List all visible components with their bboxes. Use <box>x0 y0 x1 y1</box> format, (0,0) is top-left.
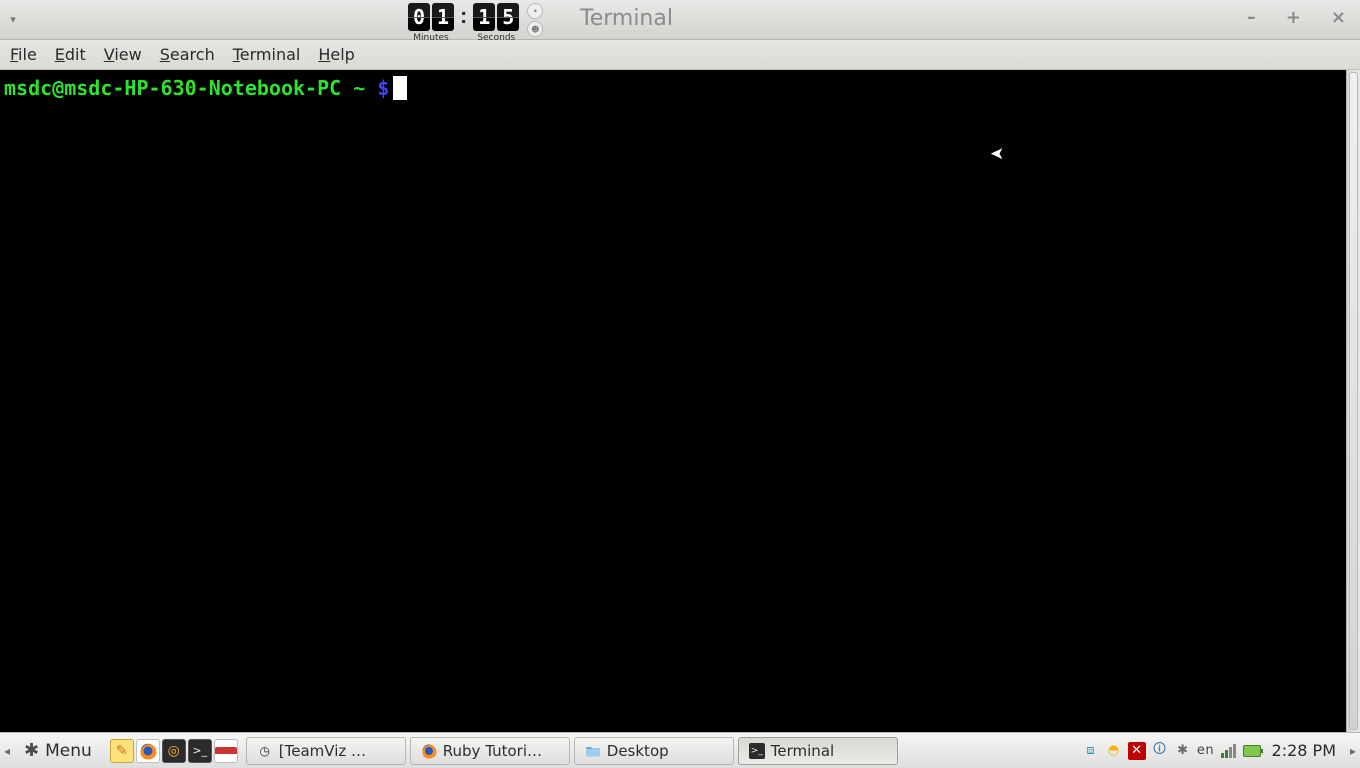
window-close-button[interactable]: × <box>1331 10 1346 26</box>
timer-colon: : <box>460 3 467 29</box>
task-button[interactable]: Desktop <box>574 737 734 765</box>
timer-seconds-label: Seconds <box>473 33 519 43</box>
clock-icon: ◷ <box>257 743 273 759</box>
blocker-tray-icon[interactable]: ✕ <box>1128 742 1146 760</box>
menu-view[interactable]: View <box>104 45 142 64</box>
firefox-launcher-icon[interactable] <box>136 739 160 763</box>
scrollbar-thumb[interactable] <box>1349 72 1358 730</box>
task-label: Terminal <box>771 742 834 760</box>
folder-icon <box>585 743 601 759</box>
dropbox-tray-icon[interactable]: ⧈ <box>1082 742 1100 760</box>
menu-help[interactable]: Help <box>318 45 354 64</box>
updates-tray-icon[interactable]: 🛈 <box>1151 742 1169 760</box>
notes-launcher-icon[interactable]: ✎ <box>110 739 134 763</box>
panel-clock[interactable]: 2:28 PM <box>1266 741 1342 760</box>
battery-tray-icon[interactable] <box>1243 742 1261 760</box>
window-title: Terminal <box>580 6 673 31</box>
timer-second-ones: 5 <box>497 3 519 31</box>
bottom-panel: ◂ ✱ Menu ✎ ◎ >_ ◷ [TeamViz … Ruby Tutori… D… <box>0 732 1360 768</box>
timer-minute-tens: 0 <box>408 3 430 31</box>
weather-tray-icon[interactable]: ◓ <box>1105 742 1123 760</box>
timer-minutes-label: Minutes <box>408 33 454 43</box>
taskbar: ◷ [TeamViz … Ruby Tutori… Desktop >_ Terminal <box>246 737 1082 765</box>
panel-scroll-right[interactable]: ▸ <box>1346 744 1360 758</box>
prompt-symbol: $ <box>377 76 389 100</box>
window-minimize-button[interactable]: – <box>1247 10 1256 26</box>
task-label: Desktop <box>607 742 669 760</box>
window-maximize-button[interactable]: + <box>1286 10 1301 26</box>
start-menu-button[interactable]: ✱ Menu <box>18 737 102 765</box>
timer-face-icon[interactable]: ☻ <box>527 21 543 37</box>
terminal-launcher-icon[interactable]: >_ <box>188 739 212 763</box>
rhythmbox-launcher-icon[interactable]: ◎ <box>162 739 186 763</box>
terminal-viewport[interactable]: msdc@msdc-HP-630-Notebook-PC ~ $ ➤ <box>0 70 1360 732</box>
menu-search[interactable]: Search <box>160 45 215 64</box>
mouse-pointer-icon: ➤ <box>990 144 1004 164</box>
vertical-scrollbar[interactable] <box>1346 70 1360 732</box>
timer-second-tens: 1 <box>473 3 495 31</box>
menu-file[interactable]: File <box>10 45 37 64</box>
pomodoro-timer-widget[interactable]: 0 1 Minutes : 1 5 Seconds • ☻ <box>408 3 543 37</box>
panel-scroll-left[interactable]: ◂ <box>0 744 14 758</box>
timer-dot-icon[interactable]: • <box>527 3 543 19</box>
timer-minute-ones: 1 <box>432 3 454 31</box>
task-label: [TeamViz … <box>279 742 366 760</box>
task-label: Ruby Tutori… <box>443 742 542 760</box>
firefox-icon <box>421 743 437 759</box>
system-tray: ⧈ ◓ ✕ 🛈 ✱ en 2:28 PM <box>1082 741 1346 760</box>
bluetooth-tray-icon[interactable]: ✱ <box>1174 742 1192 760</box>
prompt-user-host: msdc@msdc-HP-630-Notebook-PC <box>4 76 341 100</box>
menu-edit[interactable]: Edit <box>55 45 86 64</box>
terminal-icon: >_ <box>749 743 765 759</box>
window-titlebar: ▾ 0 1 Minutes : 1 5 Seconds • ☻ Terminal… <box>0 0 1360 40</box>
system-menu-arrow[interactable]: ▾ <box>0 13 20 26</box>
task-button[interactable]: ◷ [TeamViz … <box>246 737 406 765</box>
task-button[interactable]: >_ Terminal <box>738 737 898 765</box>
menubar: File Edit View Search Terminal Help <box>0 40 1360 70</box>
keyboard-language-indicator[interactable]: en <box>1197 742 1215 760</box>
prompt-cwd: ~ <box>353 76 365 100</box>
gear-icon: ✱ <box>24 740 39 761</box>
start-menu-label: Menu <box>45 741 92 761</box>
task-button[interactable]: Ruby Tutori… <box>410 737 570 765</box>
menu-terminal[interactable]: Terminal <box>233 45 301 64</box>
terminal-content[interactable]: msdc@msdc-HP-630-Notebook-PC ~ $ <box>0 70 1360 106</box>
calendar-launcher-icon[interactable] <box>214 739 238 763</box>
quick-launch: ✎ ◎ >_ <box>110 739 238 763</box>
network-tray-icon[interactable] <box>1220 742 1238 760</box>
terminal-cursor <box>393 76 407 100</box>
